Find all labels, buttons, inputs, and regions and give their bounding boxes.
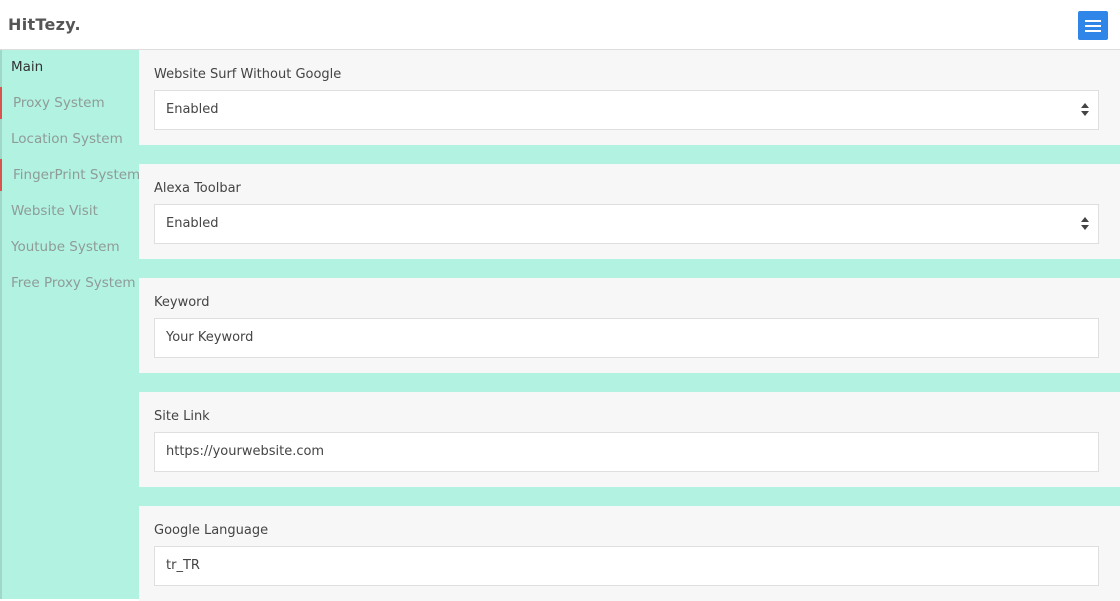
hamburger-icon-line — [1085, 25, 1101, 27]
sidebar-item-proxy-system[interactable]: Proxy System — [0, 87, 137, 119]
input-value: Your Keyword — [166, 330, 254, 345]
google-language-input[interactable]: tr_TR — [154, 546, 1099, 586]
sidebar-item-free-proxy-system[interactable]: Free Proxy System — [2, 267, 139, 299]
field-label: Keyword — [154, 295, 210, 310]
field-label: Alexa Toolbar — [154, 181, 241, 196]
menu-toggle-button[interactable] — [1078, 11, 1108, 40]
site-link-input[interactable]: https://yourwebsite.com — [154, 432, 1099, 472]
field-label: Site Link — [154, 409, 210, 424]
sidebar-item-fingerprint-system[interactable]: FingerPrint System — [0, 159, 140, 191]
hamburger-icon — [1085, 20, 1101, 22]
alexa-toolbar-select[interactable]: Enabled — [154, 204, 1099, 244]
sidebar-item-main[interactable]: Main — [2, 51, 139, 83]
sort-arrows-icon — [1081, 217, 1089, 231]
input-value: tr_TR — [166, 558, 200, 573]
form-group-surf-without-google: Website Surf Without Google Enabled — [139, 50, 1120, 145]
sidebar-item-youtube-system[interactable]: Youtube System — [2, 231, 139, 263]
sidebar: Main Proxy System Location System Finger… — [0, 50, 140, 599]
brand-logo[interactable]: HitTezy. — [8, 15, 81, 34]
field-label: Google Language — [154, 523, 269, 538]
form-group-keyword: Keyword Your Keyword — [139, 278, 1120, 373]
sort-arrows-icon — [1081, 103, 1089, 117]
settings-form: Website Surf Without Google Enabled Alex… — [139, 50, 1120, 601]
hamburger-icon-line — [1085, 30, 1101, 32]
input-value: https://yourwebsite.com — [166, 444, 325, 459]
select-value: Enabled — [166, 216, 219, 231]
form-group-alexa-toolbar: Alexa Toolbar Enabled — [139, 164, 1120, 259]
field-label: Website Surf Without Google — [154, 67, 342, 82]
form-group-site-link: Site Link https://yourwebsite.com — [139, 392, 1120, 487]
form-group-google-language: Google Language tr_TR — [139, 506, 1120, 601]
surf-without-google-select[interactable]: Enabled — [154, 90, 1099, 130]
keyword-input[interactable]: Your Keyword — [154, 318, 1099, 358]
top-navbar: HitTezy. — [0, 0, 1120, 50]
sidebar-item-website-visit[interactable]: Website Visit — [2, 195, 139, 227]
select-value: Enabled — [166, 102, 219, 117]
sidebar-item-location-system[interactable]: Location System — [2, 123, 139, 155]
